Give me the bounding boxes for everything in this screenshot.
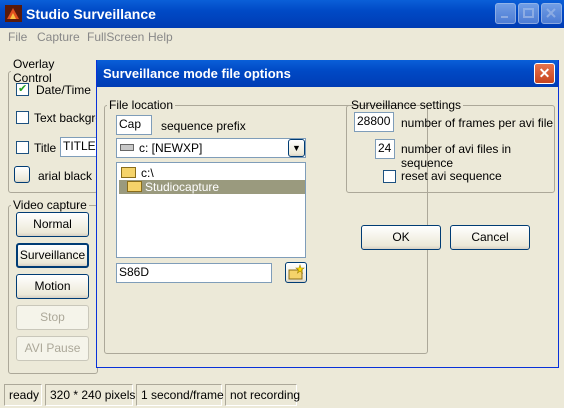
dir-item-root-label: c:\ [141,166,154,180]
overlay-control-legend: Overlay Control [13,57,55,85]
window-title: Studio Surveillance [26,6,156,22]
menu-file[interactable]: File [8,30,27,44]
file-location-legend: File location [109,98,174,112]
dialog-titlebar: Surveillance mode file options ✕ [97,60,558,87]
font-label: arial black 1 [38,169,103,183]
menu-help[interactable]: Help [148,30,173,44]
files-label: number of avi files in sequence [401,142,512,170]
menubar: File Capture FullScreen Help [0,28,564,46]
minimize-button[interactable] [495,3,516,24]
maximize-button[interactable] [518,3,539,24]
font-button[interactable] [14,166,30,183]
title-input[interactable]: TITLE [60,137,98,157]
normal-button[interactable]: Normal [16,212,89,237]
close-window-button[interactable] [541,3,562,24]
drive-select-value: c: [NEWXP] [139,141,203,155]
files-input[interactable]: 24 [375,139,395,159]
reset-sequence-checkbox[interactable] [383,170,396,183]
datetime-checkbox[interactable] [16,82,29,96]
drive-select[interactable]: c: [NEWXP] ▼ [116,138,306,158]
status-resolution: 320 * 240 pixels [45,384,135,406]
avi-pause-button[interactable]: AVI Pause [16,336,89,361]
folder-open-icon [121,167,136,178]
directory-list[interactable]: c:\ Studiocapture [116,162,306,258]
menu-capture[interactable]: Capture [37,30,80,44]
new-folder-icon [288,264,305,280]
surveillance-button[interactable]: Surveillance [16,243,89,268]
title-checkbox[interactable] [16,141,29,154]
datetime-label: Date/Time [36,83,91,97]
dir-item-studiocapture[interactable]: Studiocapture [119,180,305,194]
dialog-close-icon[interactable]: ✕ [534,63,555,84]
video-capture-legend: Video capture [13,198,87,212]
new-folder-button[interactable] [285,262,307,283]
title-label: Title [34,141,57,155]
app-icon [5,5,22,22]
file-options-dialog: Surveillance mode file options ✕ File lo… [96,60,559,368]
statusbar: ready 320 * 240 pixels 1 second/frame no… [0,380,564,408]
text-background-label: Text backgro [34,111,103,125]
prefix-label: sequence prefix [161,119,246,133]
ok-button[interactable]: OK [361,225,441,250]
text-background-checkbox[interactable] [16,111,29,124]
status-rate: 1 second/frame [136,384,224,406]
dir-item-studiocapture-label: Studiocapture [145,180,220,194]
stop-button[interactable]: Stop [16,305,89,330]
status-state: ready [4,384,42,406]
chevron-down-icon[interactable]: ▼ [288,139,305,157]
motion-button[interactable]: Motion [16,274,89,299]
surveillance-settings-legend: Surveillance settings [351,98,462,112]
folder-open-icon [127,181,142,192]
prefix-input[interactable]: Cap [116,115,152,135]
main-titlebar: Studio Surveillance [0,0,564,28]
dir-item-root[interactable]: c:\ [119,166,303,180]
cancel-button[interactable]: Cancel [450,225,530,250]
frames-label: number of frames per avi file [401,116,554,130]
drive-icon [120,144,134,151]
filename-input[interactable]: S86D [116,263,272,283]
dialog-title: Surveillance mode file options [103,66,291,81]
menu-fullscreen[interactable]: FullScreen [87,30,144,44]
reset-sequence-label: reset avi sequence [401,169,502,183]
status-recording: not recording [225,384,300,406]
frames-input[interactable]: 28800 [354,112,394,132]
